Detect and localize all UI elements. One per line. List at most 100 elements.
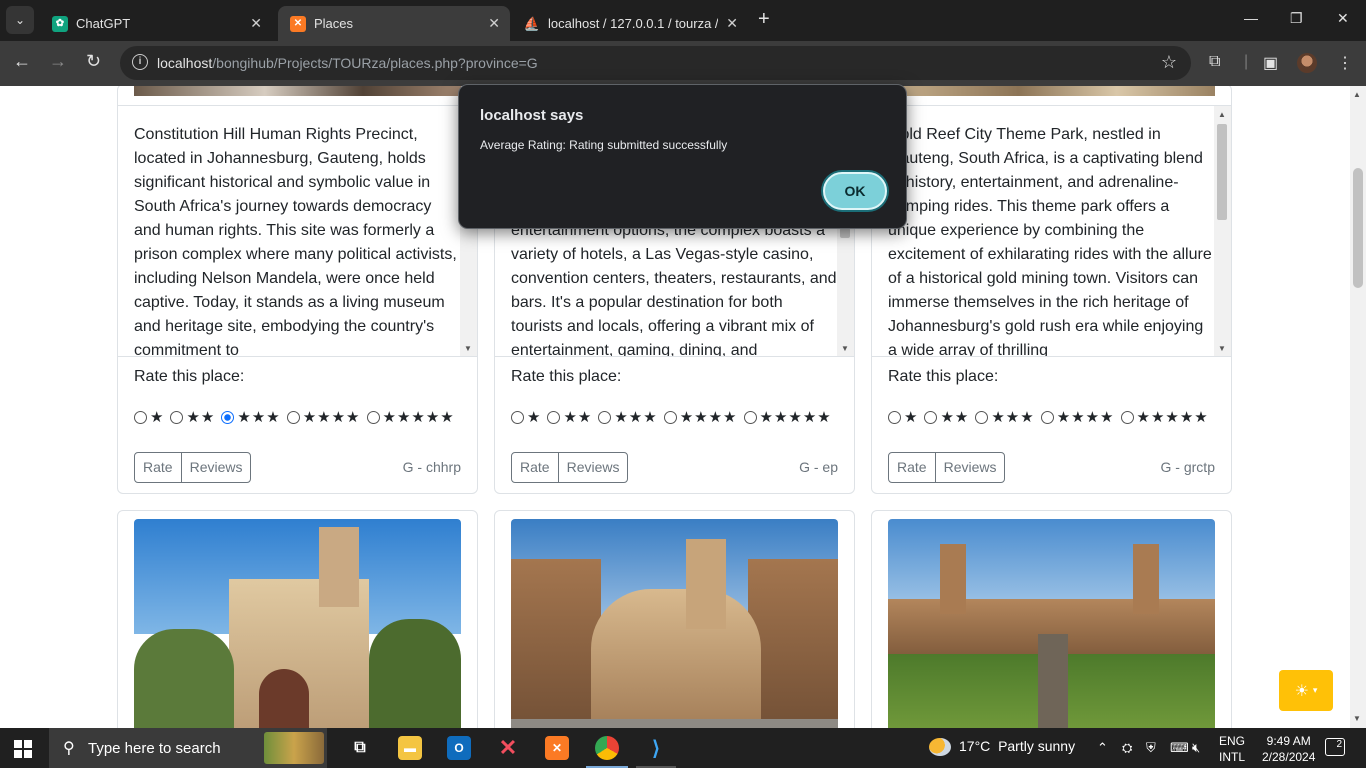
network-icon[interactable]: ⌨ (1170, 740, 1189, 756)
site-info-icon[interactable]: i (132, 54, 148, 70)
xampp-icon: ✕ (290, 15, 306, 32)
star-label: ★ (150, 409, 165, 426)
reviews-button[interactable]: Reviews (934, 453, 1005, 482)
close-icon[interactable]: ✕ (250, 15, 262, 32)
place-description: Gold Reef City Theme Park, nestled in Ga… (888, 126, 1212, 357)
rating-radio-2[interactable] (547, 410, 561, 424)
chrome-icon[interactable] (595, 736, 619, 760)
place-description-box[interactable]: Constitution Hill Human Rights Precinct,… (118, 105, 477, 357)
place-card: Gold Reef City Theme Park, nestled in Ga… (871, 86, 1232, 494)
menu-kebab-icon[interactable]: ⋮ (1337, 53, 1353, 73)
rating-radio-4[interactable] (663, 410, 677, 424)
tray-chevron-up-icon[interactable]: ⌃ (1097, 740, 1108, 756)
tab-search-button[interactable]: ⌄ (6, 6, 34, 34)
clock-time: 9:49 AM (1266, 734, 1311, 748)
rating-radio-4[interactable] (1040, 410, 1054, 424)
page-scrollbar[interactable]: ▲ ▼ (1350, 86, 1366, 728)
rating-radio-5[interactable] (743, 410, 757, 424)
rating-radio-3[interactable] (221, 410, 235, 424)
taskbar-search[interactable]: ⚲ Type here to search (49, 728, 327, 768)
star-label: ★★★ (614, 409, 658, 426)
scroll-down-icon[interactable]: ▼ (1353, 714, 1361, 723)
photo-building (511, 559, 601, 728)
bookmark-star-icon[interactable]: ☆ (1161, 52, 1177, 73)
ok-button[interactable]: OK (823, 172, 887, 210)
rating-radio-3[interactable] (598, 410, 612, 424)
scroll-down-icon[interactable]: ▼ (841, 344, 849, 353)
description-scrollbar[interactable]: ▲ ▼ (1214, 106, 1231, 356)
photo-plaza (511, 719, 838, 728)
close-window-icon[interactable]: ✕ (1337, 10, 1349, 27)
close-icon[interactable]: ✕ (726, 15, 738, 32)
scroll-thumb[interactable] (1353, 168, 1363, 288)
language-indicator[interactable]: ENG INTL (1219, 733, 1245, 765)
restore-icon[interactable]: ❐ (1290, 10, 1303, 27)
rate-button[interactable]: Rate (135, 453, 181, 482)
outlook-icon[interactable]: O (447, 736, 471, 760)
scroll-up-icon[interactable]: ▲ (1218, 110, 1226, 119)
scroll-thumb[interactable] (840, 228, 850, 238)
close-icon[interactable]: ✕ (488, 15, 500, 32)
tray-security-icon[interactable]: ⛨ (1146, 740, 1156, 756)
vscode-icon[interactable]: ⟩ (644, 736, 668, 760)
place-image (134, 86, 461, 96)
reload-icon[interactable]: ↻ (86, 51, 101, 72)
theme-toggle-button[interactable]: ☀ ▾ (1279, 670, 1333, 711)
file-explorer-icon[interactable]: ▬ (398, 736, 422, 760)
weather-widget[interactable]: 17°C Partly sunny (929, 738, 1075, 757)
rate-button[interactable]: Rate (889, 453, 935, 482)
rating-radio-1[interactable] (511, 410, 524, 424)
tab-phpmyadmin[interactable]: ⛵ localhost / 127.0.0.1 / tourza / r ✕ (512, 6, 748, 41)
scroll-thumb[interactable] (1217, 124, 1227, 220)
scroll-down-icon[interactable]: ▼ (1218, 344, 1226, 353)
toolbar-divider: | (1244, 53, 1249, 70)
back-icon[interactable]: ← (13, 51, 31, 72)
windows-start-icon[interactable] (14, 740, 32, 758)
scroll-down-icon[interactable]: ▼ (464, 344, 472, 353)
address-bar[interactable]: i localhost/bongihub/Projects/TOURza/pla… (120, 46, 1191, 80)
forward-icon[interactable]: → (49, 51, 67, 72)
new-tab-icon[interactable]: + (758, 8, 770, 31)
rating-radio-5[interactable] (1120, 410, 1134, 424)
search-icon: ⚲ (63, 740, 75, 757)
side-panel-icon[interactable]: ▣ (1263, 53, 1278, 73)
lang-layout: INTL (1219, 750, 1246, 764)
star-label: ★★★★ (679, 409, 738, 426)
tab-places[interactable]: ✕ Places ✕ (278, 6, 510, 41)
rating-radio-4[interactable] (286, 410, 300, 424)
lang-code: ENG (1219, 734, 1246, 748)
rating-radio-1[interactable] (134, 410, 147, 424)
rating-radio-1[interactable] (888, 410, 901, 424)
rating-options: ★ ★★ ★★★ ★★★★ ★★★★★ (511, 408, 838, 426)
place-description-box[interactable]: Gold Reef City Theme Park, nestled in Ga… (872, 105, 1231, 357)
scroll-up-icon[interactable]: ▲ (1353, 90, 1361, 99)
place-image (888, 86, 1215, 96)
rating-radio-5[interactable] (366, 410, 380, 424)
rating-radio-2[interactable] (924, 410, 938, 424)
profile-avatar[interactable] (1297, 53, 1317, 73)
rating-radio-3[interactable] (975, 410, 989, 424)
tray-app-icon[interactable]: ⛭ (1122, 740, 1132, 756)
photo-arch (259, 669, 309, 728)
extensions-icon[interactable]: ⧉ (1209, 53, 1220, 71)
xampp-icon[interactable]: ✕ (545, 736, 569, 760)
place-card (117, 510, 478, 728)
system-clock[interactable]: 9:49 AM 2/28/2024 (1262, 733, 1315, 765)
reviews-button[interactable]: Reviews (557, 453, 628, 482)
photo-trees (134, 629, 234, 728)
rate-button[interactable]: Rate (512, 453, 558, 482)
star-label: ★★★ (991, 409, 1035, 426)
reviews-button[interactable]: Reviews (180, 453, 251, 482)
url-text[interactable]: localhost/bongihub/Projects/TOURza/place… (157, 55, 538, 71)
xmind-icon[interactable]: ✕ (496, 735, 520, 760)
rating-radio-2[interactable] (170, 410, 184, 424)
minimize-icon[interactable]: — (1244, 10, 1258, 26)
search-placeholder: Type here to search (88, 740, 221, 757)
tab-chatgpt[interactable]: ✿ ChatGPT ✕ (40, 6, 272, 41)
volume-muted-icon[interactable]: 🔇︎ (1192, 740, 1200, 756)
task-view-icon[interactable]: ⧉ (348, 736, 372, 760)
alert-dialog: localhost says Average Rating: Rating su… (458, 84, 907, 229)
star-label: ★★★★ (1056, 409, 1115, 426)
notification-icon[interactable]: 2 (1325, 738, 1345, 756)
card-actions: Rate Reviews (511, 452, 629, 483)
